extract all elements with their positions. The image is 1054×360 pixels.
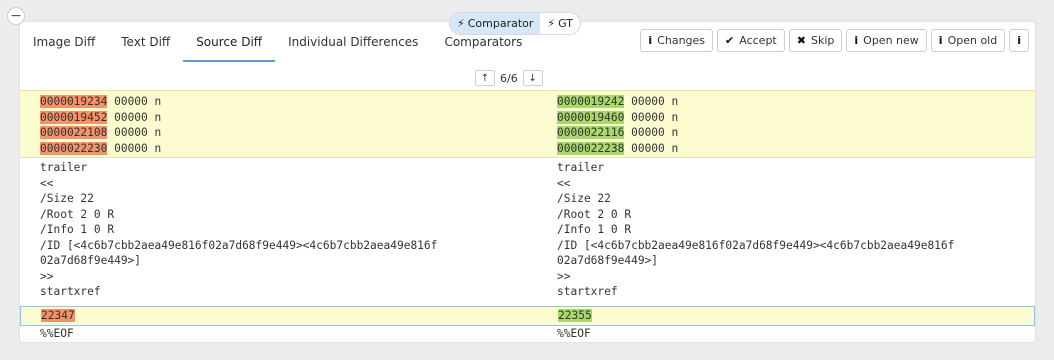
- context-line: trailer: [40, 161, 88, 174]
- accept-button[interactable]: ✔ Accept: [717, 29, 785, 52]
- action-toolbar: i Changes ✔ Accept ✖ Skip i Open new i O…: [640, 29, 1029, 52]
- diff-line: 22347: [41, 308, 531, 324]
- accept-label: Accept: [739, 34, 777, 47]
- info-icon: i: [938, 34, 943, 47]
- arrow-up-icon: ↑: [480, 72, 490, 84]
- context-line: >>: [557, 269, 571, 283]
- tab-individual-differences[interactable]: Individual Differences: [275, 22, 431, 62]
- removed-text: 0000019452: [40, 110, 108, 124]
- close-icon: ✖: [796, 34, 806, 47]
- info-button[interactable]: i: [1009, 29, 1029, 52]
- new-tail: %%EOF: [557, 326, 1035, 342]
- diff-line: 0000019460 00000 n: [557, 110, 1035, 126]
- diff-position: 6/6: [500, 71, 518, 85]
- line-text: 00000 n: [107, 95, 162, 108]
- comparator-mode-switch: ⚡ Comparator ⚡ GT: [450, 13, 581, 34]
- old-side: 22347: [41, 308, 531, 324]
- diff-hunk-startxref[interactable]: 22347 22355: [20, 306, 1035, 326]
- gt-mode-button[interactable]: ⚡ GT: [540, 13, 580, 34]
- source-diff-view: 0000019234 00000 n 0000019452 00000 n 00…: [20, 90, 1035, 342]
- context-line: /Size 22: [40, 192, 94, 205]
- line-text: 00000 n: [624, 110, 679, 124]
- open-new-label: Open new: [863, 34, 919, 47]
- line-text: 00000 n: [624, 95, 679, 108]
- skip-label: Skip: [810, 34, 835, 47]
- diff-panel: Image Diff Text Diff Source Diff Individ…: [20, 22, 1035, 342]
- diff-line: 22355: [558, 308, 1035, 324]
- line-text: 00000 n: [107, 126, 162, 139]
- added-text: 22355: [558, 309, 592, 322]
- tab-source-diff[interactable]: Source Diff: [183, 22, 276, 62]
- context-line: /Info 1 0 R: [40, 223, 115, 236]
- info-icon: i: [648, 34, 653, 47]
- changes-label: Changes: [657, 34, 706, 47]
- diff-line: 0000022108 00000 n: [40, 125, 530, 141]
- new-context: trailer << /Size 22 /Root 2 0 R /Info 1 …: [557, 160, 1035, 300]
- context-line: /ID [<4c6b7cbb2aea49e816f02a7d68f9e449><…: [557, 238, 955, 252]
- old-tail: %%EOF: [40, 326, 530, 342]
- context-line: /Root 2 0 R: [557, 207, 632, 221]
- next-diff-button[interactable]: ↓: [522, 70, 543, 86]
- added-text: 0000019242: [557, 95, 625, 108]
- info-icon: i: [1017, 34, 1021, 47]
- context-line: startxref: [557, 285, 618, 298]
- context-line: trailer: [557, 161, 605, 174]
- context-line: 02a7d68f9e449>]: [557, 254, 659, 267]
- context-line: >>: [40, 269, 54, 283]
- previous-diff-button[interactable]: ↑: [475, 70, 495, 86]
- collapse-button[interactable]: −: [7, 7, 25, 25]
- added-text: 0000022238: [557, 141, 625, 155]
- diff-line: 0000019452 00000 n: [40, 110, 530, 126]
- diff-line: 0000022238 00000 n: [557, 141, 1035, 157]
- removed-text: 0000022108: [40, 126, 108, 139]
- context-line: /Size 22: [557, 192, 611, 205]
- arrow-down-icon: ↓: [528, 72, 537, 84]
- open-new-button[interactable]: i Open new: [846, 29, 927, 52]
- context-line: %%EOF: [40, 327, 74, 340]
- line-text: 00000 n: [624, 126, 679, 139]
- info-icon: i: [854, 34, 859, 47]
- diff-line: 0000022230 00000 n: [40, 141, 530, 157]
- comparator-mode-button[interactable]: ⚡ Comparator: [450, 13, 541, 34]
- lightning-icon: ⚡: [457, 17, 465, 30]
- diff-navigator: ↑ 6/6 ↓: [475, 70, 543, 86]
- line-text: 00000 n: [107, 141, 162, 155]
- gt-mode-label: GT: [558, 17, 574, 30]
- skip-button[interactable]: ✖ Skip: [788, 29, 843, 52]
- check-icon: ✔: [725, 34, 735, 47]
- context-line: <<: [40, 176, 54, 190]
- line-text: 00000 n: [107, 110, 162, 124]
- removed-text: 0000019234: [40, 95, 108, 108]
- tab-image-diff[interactable]: Image Diff: [20, 22, 108, 62]
- context-line: /Root 2 0 R: [40, 207, 115, 221]
- lightning-icon: ⚡: [547, 17, 556, 30]
- changes-button[interactable]: i Changes: [640, 29, 714, 52]
- new-side: 0000019242 00000 n 0000019460 00000 n 00…: [557, 94, 1035, 156]
- open-old-button[interactable]: i Open old: [930, 29, 1006, 52]
- context-line: %%EOF: [557, 327, 591, 340]
- diff-line: 0000019242 00000 n: [557, 94, 1035, 110]
- diff-line: 0000022116 00000 n: [557, 125, 1035, 141]
- new-side: 22355: [558, 308, 1035, 324]
- context-line: 02a7d68f9e449>]: [40, 254, 142, 267]
- context-line: /Info 1 0 R: [557, 223, 632, 236]
- comparator-mode-label: Comparator: [467, 17, 534, 30]
- removed-text: 22347: [41, 309, 75, 322]
- diff-hunk-xref[interactable]: 0000019234 00000 n 0000019452 00000 n 00…: [20, 90, 1035, 158]
- context-line: <<: [557, 176, 571, 190]
- old-side: 0000019234 00000 n 0000019452 00000 n 00…: [40, 94, 530, 156]
- old-context: trailer << /Size 22 /Root 2 0 R /Info 1 …: [40, 160, 530, 300]
- diff-line: 0000019234 00000 n: [40, 94, 530, 110]
- added-text: 0000022116: [557, 126, 625, 139]
- context-line: startxref: [40, 285, 101, 298]
- open-old-label: Open old: [947, 34, 998, 47]
- line-text: 00000 n: [624, 141, 679, 155]
- added-text: 0000019460: [557, 110, 625, 124]
- context-line: /ID [<4c6b7cbb2aea49e816f02a7d68f9e449><…: [40, 238, 438, 252]
- tab-text-diff[interactable]: Text Diff: [108, 22, 183, 62]
- removed-text: 0000022230: [40, 141, 108, 155]
